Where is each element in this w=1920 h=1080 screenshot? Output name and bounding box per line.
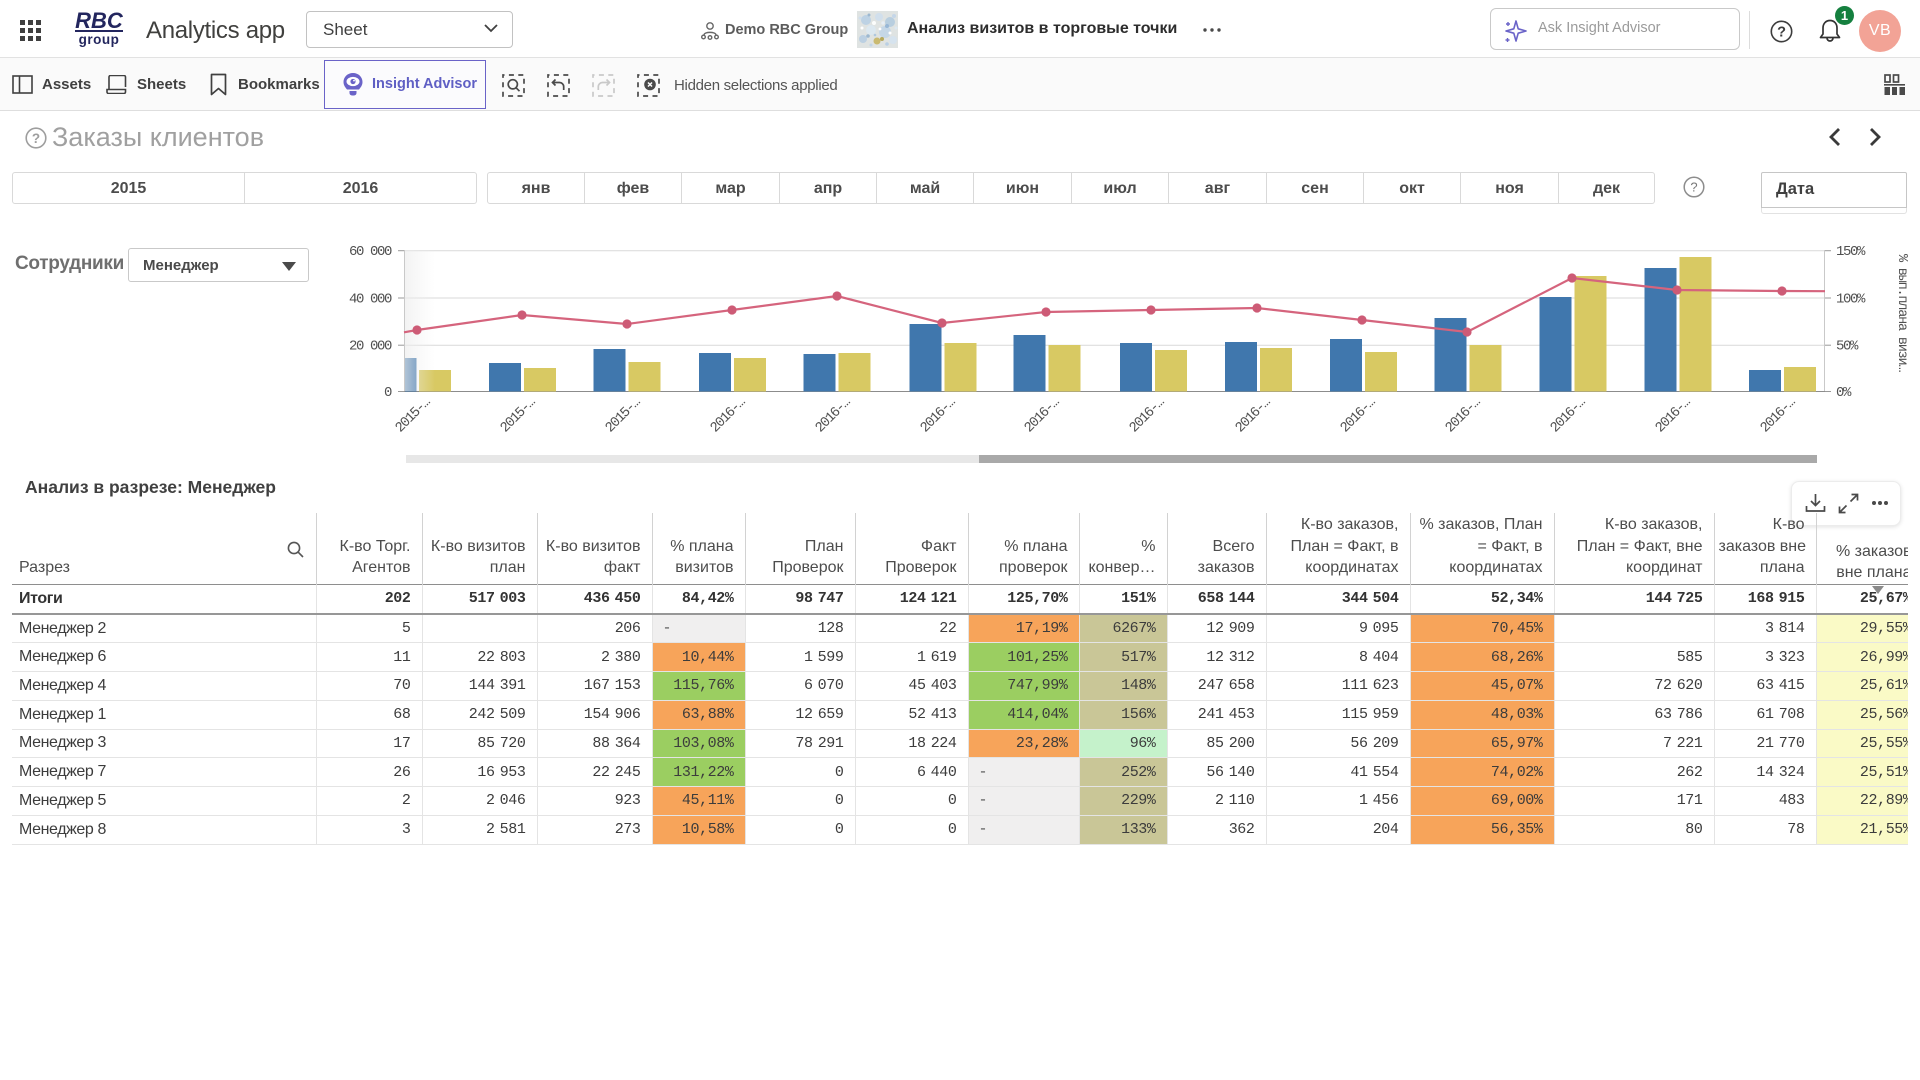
svg-text:2015-…: 2015-…: [498, 395, 540, 437]
svg-text:% вып.плана визи…: % вып.плана визи…: [1894, 254, 1909, 372]
svg-text:2015-…: 2015-…: [393, 395, 435, 437]
svg-text:2016-…: 2016-…: [813, 395, 855, 437]
svg-text:2016-…: 2016-…: [918, 395, 960, 437]
svg-text:150%: 150%: [1836, 244, 1866, 260]
svg-text:?: ?: [1690, 180, 1697, 195]
svg-text:2016-…: 2016-…: [1338, 395, 1380, 437]
svg-text:2016-…: 2016-…: [1548, 395, 1590, 437]
svg-text:0: 0: [384, 385, 392, 401]
svg-text:50%: 50%: [1836, 339, 1859, 355]
svg-text:0%: 0%: [1836, 385, 1852, 401]
svg-text:60 000: 60 000: [349, 244, 392, 260]
svg-text:2016-…: 2016-…: [1233, 395, 1275, 437]
svg-text:2015-…: 2015-…: [603, 395, 645, 437]
svg-text:2016-…: 2016-…: [1443, 395, 1485, 437]
svg-text:2016-…: 2016-…: [1653, 395, 1695, 437]
svg-text:?: ?: [1777, 25, 1786, 41]
svg-text:2016-…: 2016-…: [1127, 395, 1169, 437]
svg-text:2016-…: 2016-…: [1022, 395, 1064, 437]
svg-text:?: ?: [32, 131, 40, 146]
svg-text:2016-…: 2016-…: [708, 395, 750, 437]
svg-text:100%: 100%: [1836, 292, 1866, 308]
svg-text:20 000: 20 000: [349, 339, 392, 355]
svg-text:40 000: 40 000: [349, 292, 392, 308]
svg-text:2016-…: 2016-…: [1758, 395, 1800, 437]
